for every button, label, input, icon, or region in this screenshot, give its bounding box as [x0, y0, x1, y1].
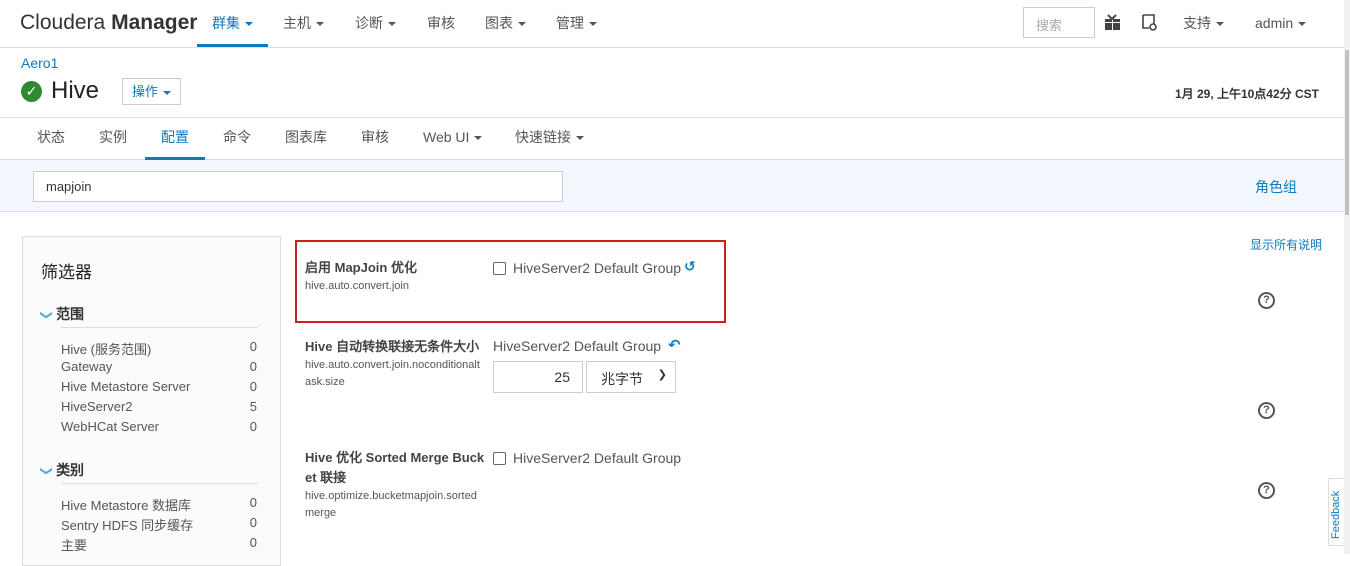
property-group-checkbox[interactable]: HiveServer2 Default Group	[493, 450, 681, 466]
caret-down-icon	[1298, 22, 1307, 27]
show-all-descriptions-link[interactable]: 显示所有说明	[1250, 236, 1322, 253]
nav-audits[interactable]: 审核	[427, 0, 455, 47]
property-title: Hive 优化 Sorted Merge Bucket 联接	[305, 450, 485, 485]
property-mapjoin: 启用 MapJoin 优化 hive.auto.convert.join	[305, 258, 485, 295]
filter-section-category[interactable]: ❯ 类别	[40, 460, 84, 480]
search-input[interactable]: 搜索	[1023, 7, 1095, 38]
filter-item[interactable]: Hive Metastore Server 0	[61, 379, 257, 394]
property-group-checkbox[interactable]: HiveServer2 Default Group	[493, 260, 681, 276]
size-input[interactable]: 25	[493, 361, 583, 393]
property-noconditional-size: Hive 自动转换联接无条件大小 hive.auto.convert.join.n…	[305, 337, 483, 391]
config-search-input[interactable]: mapjoin	[33, 171, 563, 202]
logo[interactable]: Cloudera Manager	[20, 11, 197, 35]
caret-down-icon	[589, 22, 597, 27]
filter-item[interactable]: Sentry HDFS 同步缓存 0	[61, 515, 257, 534]
divider	[61, 483, 258, 484]
logo-text-bold: Manager	[111, 11, 198, 34]
breadcrumb[interactable]: Aero1	[21, 55, 58, 71]
nav-admin[interactable]: 管理	[556, 0, 597, 47]
undo-icon[interactable]: ↶	[668, 336, 681, 354]
gift-icon[interactable]	[1104, 14, 1121, 34]
caret-down-icon	[388, 22, 396, 27]
tab-audits[interactable]: 审核	[361, 118, 389, 160]
unit-select[interactable]: 兆字节 ❯	[586, 361, 676, 393]
tab-instances[interactable]: 实例	[99, 118, 127, 160]
nav-charts[interactable]: 图表	[485, 0, 526, 47]
filter-item[interactable]: Gateway 0	[61, 359, 257, 374]
caret-down-icon	[245, 22, 253, 27]
property-group-label: HiveServer2 Default Group	[493, 338, 662, 354]
caret-down-icon	[163, 90, 171, 95]
nav-diagnostics[interactable]: 诊断	[355, 0, 396, 47]
caret-down-icon	[316, 22, 324, 27]
tab-configuration[interactable]: 配置	[145, 118, 205, 160]
property-title: Hive 自动转换联接无条件大小	[305, 339, 480, 354]
help-icon[interactable]: ?	[1258, 292, 1275, 309]
reset-icon[interactable]: ↺	[684, 258, 696, 275]
tab-web-ui[interactable]: Web UI	[423, 118, 483, 160]
filter-item[interactable]: HiveServer2 5	[61, 399, 257, 414]
caret-down-icon	[576, 136, 584, 141]
nav-clusters[interactable]: 群集	[197, 0, 268, 47]
scrollbar-thumb[interactable]	[1345, 50, 1349, 215]
chevron-down-icon: ❯	[40, 465, 55, 477]
property-sortedmerge: Hive 优化 Sorted Merge Bucket 联接 hive.optim…	[305, 448, 485, 522]
filter-item[interactable]: WebHCat Server 0	[61, 419, 257, 434]
tab-status[interactable]: 状态	[37, 118, 65, 160]
chevron-down-icon: ❯	[657, 369, 667, 381]
user-menu[interactable]: admin	[1255, 0, 1307, 47]
page-title: Hive	[51, 77, 100, 104]
status-good-icon: ✓	[21, 81, 42, 102]
support-menu[interactable]: 支持	[1183, 0, 1224, 47]
caret-down-icon	[1216, 22, 1224, 27]
filter-item[interactable]: 主要 0	[61, 535, 257, 554]
property-title: 启用 MapJoin 优化	[305, 260, 417, 275]
filter-item[interactable]: Hive (服务范围) 0	[61, 339, 257, 358]
running-commands-icon[interactable]	[1139, 13, 1157, 34]
divider	[61, 327, 258, 328]
timestamp: 1月 29, 上午10点42分 CST	[1174, 87, 1319, 101]
tab-quick-links[interactable]: 快速链接	[515, 118, 584, 160]
property-key: hive.auto.convert.join.noconditionaltask…	[305, 359, 480, 388]
help-icon[interactable]: ?	[1258, 402, 1275, 419]
property-key: hive.auto.convert.join	[305, 280, 409, 292]
scrollbar[interactable]	[1344, 0, 1350, 554]
checkbox[interactable]	[493, 452, 506, 465]
filters-title: 筛选器	[41, 263, 92, 282]
tab-commands[interactable]: 命令	[223, 118, 251, 160]
filter-item[interactable]: Hive Metastore 数据库 0	[61, 495, 257, 514]
property-key: hive.optimize.bucketmapjoin.sortedmerge	[305, 490, 477, 519]
chevron-down-icon: ❯	[40, 309, 55, 321]
logo-text: Cloudera	[20, 11, 106, 34]
caret-down-icon	[518, 22, 526, 27]
filter-section-scope[interactable]: ❯ 范围	[40, 304, 84, 324]
checkbox[interactable]	[493, 262, 506, 275]
feedback-label: Feedback	[1330, 490, 1342, 539]
nav-hosts[interactable]: 主机	[283, 0, 324, 47]
role-groups-link[interactable]: 角色组	[1255, 177, 1297, 197]
actions-button[interactable]: 操作	[122, 78, 181, 105]
help-icon[interactable]: ?	[1258, 482, 1275, 499]
caret-down-icon	[474, 136, 483, 141]
tab-chart-library[interactable]: 图表库	[285, 118, 327, 160]
